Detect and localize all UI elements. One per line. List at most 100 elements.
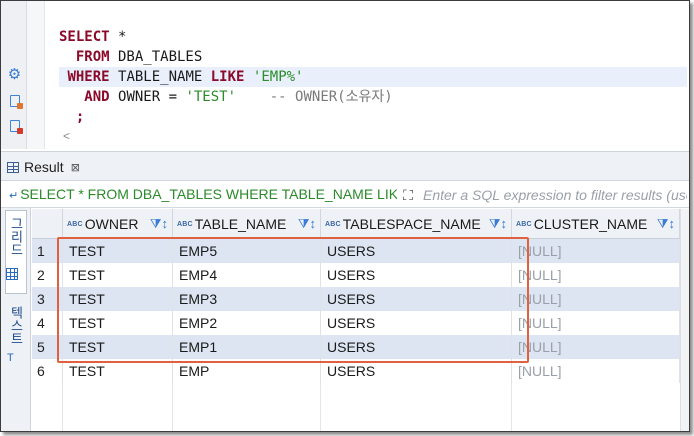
code-line[interactable]: WHERE TABLE_NAME LIKE 'EMP%' — [59, 67, 687, 87]
cell-table-name[interactable]: EMP2 — [173, 311, 321, 335]
sql-keyword: AND — [84, 89, 110, 105]
dbeaver-window: ⚙ SELECT * FROM DBA_TABLES WHERE TABLE_N… — [0, 0, 690, 432]
results-tabbar: Result ⊠ — [1, 151, 689, 181]
code-line[interactable]: FROM DBA_TABLES — [59, 47, 687, 67]
tab-grid[interactable]: 그리드 — [5, 210, 27, 294]
sql-keyword: SELECT — [59, 29, 110, 45]
sql-keyword: ; — [75, 109, 85, 125]
abc-type-icon: ABC — [516, 220, 532, 228]
row-number[interactable]: 4 — [32, 311, 63, 335]
filter-sort-icon[interactable]: ⧩↕ — [150, 216, 168, 232]
filter-sort-icon[interactable]: ⧩↕ — [298, 216, 316, 232]
sql-text: TABLE_NAME — [109, 69, 211, 85]
tab-result[interactable]: Result ⊠ — [7, 157, 80, 177]
cell-tablespace-name[interactable]: USERS — [321, 263, 512, 287]
cell-tablespace-name[interactable]: USERS — [321, 239, 512, 263]
row-number[interactable]: 2 — [32, 263, 63, 287]
close-icon[interactable]: ⊠ — [71, 161, 80, 174]
filter-input[interactable] — [423, 185, 687, 205]
sql-keyword: WHERE — [67, 69, 110, 85]
column-header-label: CLUSTER_NAME — [533, 216, 648, 232]
filter-bar: ↵ SELECT * FROM DBA_TABLES WHERE TABLE_NA… — [1, 182, 689, 208]
tab-result-label: Result — [24, 159, 64, 175]
cell-table-name[interactable]: EMP1 — [173, 335, 321, 359]
row-number[interactable]: 3 — [32, 287, 63, 311]
sql-editor[interactable]: ⚙ SELECT * FROM DBA_TABLES WHERE TABLE_N… — [1, 1, 689, 149]
table-row[interactable]: 2 TEST EMP4 USERS [NULL] — [32, 263, 680, 287]
cell-cluster-name[interactable]: [NULL] — [512, 359, 680, 383]
cell-owner[interactable]: TEST — [63, 359, 173, 383]
filter-sort-icon[interactable]: ⧩↕ — [489, 216, 507, 232]
table-row[interactable]: 4 TEST EMP2 USERS [NULL] — [32, 311, 680, 335]
vertical-scrollbar[interactable] — [680, 209, 689, 431]
table-row[interactable]: 1 TEST EMP5 USERS [NULL] — [32, 239, 680, 263]
column-header-table-name[interactable]: ABC TABLE_NAME ⧩↕ — [173, 209, 321, 239]
gear-icon[interactable]: ⚙ — [7, 67, 22, 82]
column-header-tablespace-name[interactable]: ABC TABLESPACE_NAME ⧩↕ — [321, 209, 512, 239]
cell-tablespace-name[interactable]: USERS — [321, 311, 512, 335]
grid-icon — [7, 161, 19, 173]
cell-table-name[interactable]: EMP — [173, 359, 321, 383]
column-divider — [62, 383, 63, 431]
code-line[interactable]: SELECT * — [59, 27, 687, 47]
sql-string: 'TEST' — [185, 89, 237, 105]
table-row[interactable]: 3 TEST EMP3 USERS [NULL] — [32, 287, 680, 311]
code-line[interactable]: ; — [59, 107, 687, 127]
sql-comment: -- OWNER(소유자) — [269, 89, 393, 105]
column-divider — [172, 383, 173, 431]
row-number[interactable]: 6 — [32, 359, 63, 383]
column-divider — [320, 383, 321, 431]
grid-view-icon[interactable] — [6, 268, 18, 280]
sql-keyword: FROM — [75, 49, 110, 65]
cell-table-name[interactable]: EMP3 — [173, 287, 321, 311]
filter-sort-icon[interactable]: ⧩↕ — [657, 216, 675, 232]
document-run-icon[interactable] — [7, 95, 23, 110]
cell-tablespace-name[interactable]: USERS — [321, 335, 512, 359]
column-header-cluster-name[interactable]: ABC CLUSTER_NAME ⧩↕ — [512, 209, 680, 239]
results-grid[interactable]: ABC OWNER ⧩↕ ABC TABLE_NAME ⧩↕ ABC TABLE… — [32, 209, 680, 431]
editor-toolbar-gutter: ⚙ — [1, 1, 27, 149]
scroll-left-arrow[interactable]: < — [63, 129, 70, 143]
row-number[interactable]: 5 — [32, 335, 63, 359]
cell-table-name[interactable]: EMP4 — [173, 263, 321, 287]
grid-header: ABC OWNER ⧩↕ ABC TABLE_NAME ⧩↕ ABC TABLE… — [32, 209, 680, 239]
table-row[interactable]: 5 TEST EMP1 USERS [NULL] — [32, 335, 680, 359]
sql-text: * — [109, 29, 127, 45]
abc-type-icon: ABC — [67, 220, 83, 228]
cell-table-name[interactable]: EMP5 — [173, 239, 321, 263]
query-arrow-icon: ↵ — [9, 190, 19, 202]
cell-cluster-name[interactable]: [NULL] — [512, 239, 680, 263]
column-divider — [511, 383, 512, 431]
active-query-label[interactable]: ↵ SELECT * FROM DBA_TABLES WHERE TABLE_NA… — [9, 186, 397, 204]
cell-cluster-name[interactable]: [NULL] — [512, 335, 680, 359]
column-header-owner[interactable]: ABC OWNER ⧩↕ — [63, 209, 173, 239]
cell-owner[interactable]: TEST — [63, 311, 173, 335]
cell-owner[interactable]: TEST — [63, 263, 173, 287]
line-number-gutter — [27, 1, 45, 149]
cell-cluster-name[interactable]: [NULL] — [512, 263, 680, 287]
cell-tablespace-name[interactable]: USERS — [321, 359, 512, 383]
expand-icon[interactable]: ⛶ — [399, 186, 417, 204]
cell-cluster-name[interactable]: [NULL] — [512, 311, 680, 335]
code-line[interactable]: AND OWNER = 'TEST' -- OWNER(소유자) — [59, 87, 687, 107]
cell-owner[interactable]: TEST — [63, 287, 173, 311]
sql-code[interactable]: SELECT * FROM DBA_TABLES WHERE TABLE_NAM… — [59, 27, 687, 127]
cell-owner[interactable]: TEST — [63, 239, 173, 263]
column-header-label: TABLE_NAME — [194, 216, 287, 232]
abc-type-icon: ABC — [177, 220, 193, 228]
row-number-header[interactable] — [32, 209, 63, 239]
row-number[interactable]: 1 — [32, 239, 63, 263]
text-view-icon[interactable]: T — [7, 352, 14, 364]
cell-tablespace-name[interactable]: USERS — [321, 287, 512, 311]
cell-owner[interactable]: TEST — [63, 335, 173, 359]
column-header-label: OWNER — [84, 216, 139, 232]
sql-text: OWNER = — [109, 89, 186, 105]
table-row[interactable]: 6 TEST EMP USERS [NULL] — [32, 359, 680, 383]
document-stop-icon[interactable] — [7, 120, 23, 135]
cell-cluster-name[interactable]: [NULL] — [512, 287, 680, 311]
